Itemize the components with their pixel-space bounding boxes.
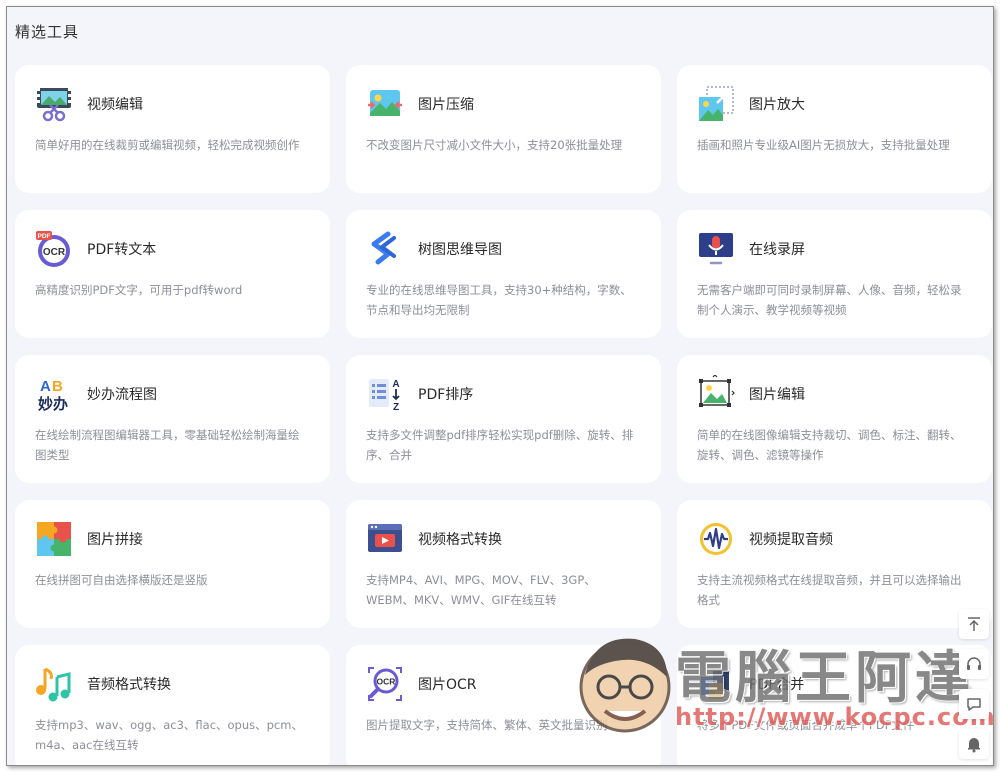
tool-desc: 在线绘制流程图编辑器工具，零基础轻松绘制海量绘图类型 — [35, 428, 300, 462]
back-to-top-button[interactable] — [959, 609, 989, 639]
tool-card-audio-convert[interactable]: 音频格式转换 支持mp3、wav、ogg、ac3、flac、opus、pcm、m… — [15, 645, 330, 765]
tool-card-image-editor[interactable]: 图片编辑 简单的在线图像编辑支持裁切、调色、标注、翻转、旋转、调色、滤镜等操作 — [677, 355, 992, 483]
image-enlarge-icon — [697, 85, 735, 123]
tool-desc: 支持多文件调整pdf排序轻松实现pdf删除、旋转、排序、合并 — [366, 428, 634, 462]
floating-sidebar — [959, 609, 989, 759]
tool-card-video-convert[interactable]: 视频格式转换 支持MP4、AVI、MPG、MOV、FLV、3GP、WEBM、MK… — [346, 500, 661, 628]
tool-card-image-ocr[interactable]: OCR 图片OCR 图片提取文字，支持简体、繁体、英文批量识别 — [346, 645, 661, 765]
music-note-icon — [35, 665, 73, 703]
tool-title: 图片编辑 — [749, 387, 805, 403]
tool-desc: 图片提取文字，支持简体、繁体、英文批量识别 — [366, 718, 608, 732]
image-ocr-icon: OCR — [366, 665, 404, 703]
tool-desc: 无需客户端即可同时录制屏幕、人像、音频，轻松录制个人演示、教学视频等视频 — [697, 283, 962, 317]
tool-title: 视频提取音频 — [749, 532, 833, 548]
mindmap-icon — [366, 230, 404, 268]
tool-desc: 简单的在线图像编辑支持裁切、调色、标注、翻转、旋转、调色、滤镜等操作 — [697, 428, 962, 462]
tool-title: PDF转文本 — [87, 242, 157, 258]
tool-title: 图片放大 — [749, 97, 805, 113]
tool-grid: 视频编辑 简单好用的在线裁剪或编辑视频，轻松完成视频创作 图片压缩 不改变图片尺… — [15, 65, 992, 765]
tool-desc: 支持主流视频格式在线提取音频，并且可以选择输出格式 — [697, 573, 962, 607]
svg-text:Z: Z — [393, 402, 399, 413]
tool-desc: 不改变图片尺寸减小文件大小，支持20张批量处理 — [366, 138, 623, 152]
tool-title: 视频编辑 — [87, 97, 143, 113]
tool-title: PDF排序 — [418, 387, 474, 403]
tool-title: 树图思维导图 — [418, 242, 502, 258]
tool-desc: 将多个PDF文件或页面合并成单个PDF文件 — [697, 718, 915, 732]
tool-title: 音频格式转换 — [87, 677, 171, 693]
tool-page: 精选工具 视频编辑 简单好用的在线裁剪或编辑视频，轻松完成视频创作 图片压缩 不… — [6, 6, 994, 766]
tool-desc: 支持mp3、wav、ogg、ac3、flac、opus、pcm、m4a、aac在… — [35, 718, 303, 752]
headset-icon — [967, 657, 981, 670]
svg-text:PDF: PDF — [38, 233, 51, 240]
tool-card-flowchart[interactable]: A B 妙办 妙办流程图 在线绘制流程图编辑器工具，零基础轻松绘制海量绘图类型 — [15, 355, 330, 483]
tool-card-pdf-text[interactable]: OCR PDF PDF转文本 高精度识别PDF文字，可用于pdf转word — [15, 210, 330, 338]
audio-extract-icon — [697, 520, 735, 558]
customer-service-button[interactable] — [959, 649, 989, 679]
chat-icon — [967, 698, 981, 711]
tool-card-pdf-merge[interactable]: PDF合并 将多个PDF文件或页面合并成单个PDF文件 — [677, 645, 992, 765]
tool-desc: 简单好用的在线裁剪或编辑视频，轻松完成视频创作 — [35, 138, 300, 152]
tool-card-audio-extract[interactable]: 视频提取音频 支持主流视频格式在线提取音频，并且可以选择输出格式 — [677, 500, 992, 628]
tool-title: 图片拼接 — [87, 532, 143, 548]
tool-desc: 高精度识别PDF文字，可用于pdf转word — [35, 283, 243, 297]
tool-card-screen-record[interactable]: 在线录屏 无需客户端即可同时录制屏幕、人像、音频，轻松录制个人演示、教学视频等视… — [677, 210, 992, 338]
svg-text:妙办: 妙办 — [38, 395, 68, 413]
tool-card-mindmap[interactable]: 树图思维导图 专业的在线思维导图工具，支持30+种结构，字数、节点和导出均无限制 — [346, 210, 661, 338]
tool-desc: 插画和照片专业级AI图片无损放大，支持批量处理 — [697, 138, 950, 152]
pdf-ocr-icon: OCR PDF — [35, 230, 73, 268]
back-to-top-icon — [968, 617, 980, 631]
tool-card-image-enlarge[interactable]: 图片放大 插画和照片专业级AI图片无损放大，支持批量处理 — [677, 65, 992, 193]
tool-card-video-edit[interactable]: 视频编辑 简单好用的在线裁剪或编辑视频，轻松完成视频创作 — [15, 65, 330, 193]
tool-title: 视频格式转换 — [418, 532, 502, 548]
image-editor-icon — [697, 375, 735, 413]
svg-text:A: A — [40, 378, 51, 395]
tool-title: PDF合并 — [749, 677, 805, 693]
feedback-button[interactable] — [959, 689, 989, 719]
tool-desc: 支持MP4、AVI、MPG、MOV、FLV、3GP、WEBM、MKV、WMV、G… — [366, 573, 596, 607]
tool-card-pdf-sort[interactable]: A Z PDF排序 支持多文件调整pdf排序轻松实现pdf删除、旋转、排序、合并 — [346, 355, 661, 483]
image-compress-icon — [366, 85, 404, 123]
video-edit-icon — [35, 85, 73, 123]
tool-card-image-compress[interactable]: 图片压缩 不改变图片尺寸减小文件大小，支持20张批量处理 — [346, 65, 661, 193]
pdf-sort-icon: A Z — [366, 375, 404, 413]
tool-title: 在线录屏 — [749, 242, 805, 258]
puzzle-icon — [35, 520, 73, 558]
tool-desc: 专业的在线思维导图工具，支持30+种结构，字数、节点和导出均无限制 — [366, 283, 632, 317]
tool-desc: 在线拼图可自由选择横版还是竖版 — [35, 573, 208, 587]
tool-title: 图片压缩 — [418, 97, 474, 113]
notification-button[interactable] — [959, 729, 989, 759]
flowchart-icon: A B 妙办 — [35, 375, 73, 413]
bell-icon — [968, 738, 980, 753]
pdf-merge-icon — [697, 665, 735, 703]
svg-text:B: B — [52, 378, 63, 395]
tool-title: 妙办流程图 — [87, 387, 157, 403]
screen-record-icon — [697, 230, 735, 268]
svg-text:A: A — [392, 379, 399, 390]
tool-title: 图片OCR — [418, 677, 477, 693]
svg-text:OCR: OCR — [43, 247, 66, 258]
svg-text:OCR: OCR — [377, 677, 396, 687]
tool-card-puzzle[interactable]: 图片拼接 在线拼图可自由选择横版还是竖版 — [15, 500, 330, 628]
section-title: 精选工具 — [15, 23, 80, 41]
video-convert-icon — [366, 520, 404, 558]
